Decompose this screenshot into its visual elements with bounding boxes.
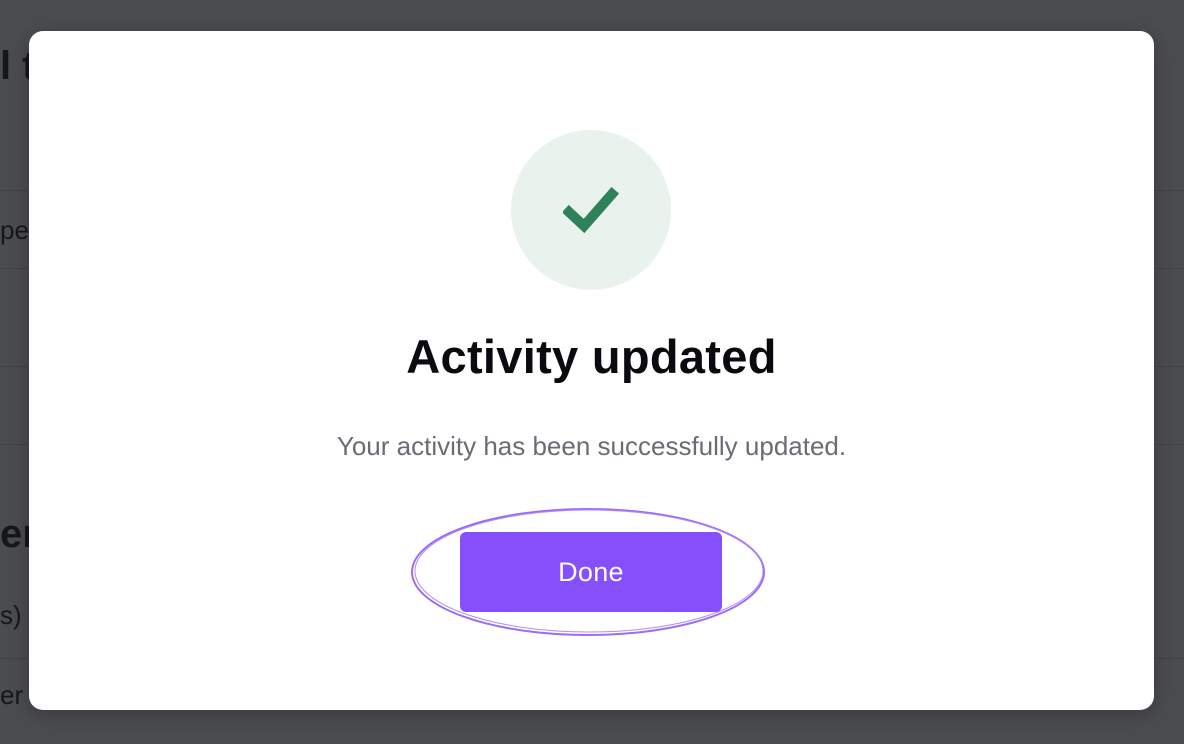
modal-message: Your activity has been successfully upda… xyxy=(336,431,847,461)
success-icon-circle xyxy=(511,130,671,290)
success-modal: Activity updated Your activity has been … xyxy=(29,31,1154,710)
modal-title: Activity updated xyxy=(406,330,777,383)
done-button-highlight: Done xyxy=(409,507,767,637)
done-button[interactable]: Done xyxy=(460,532,722,612)
checkmark-icon xyxy=(563,186,619,234)
